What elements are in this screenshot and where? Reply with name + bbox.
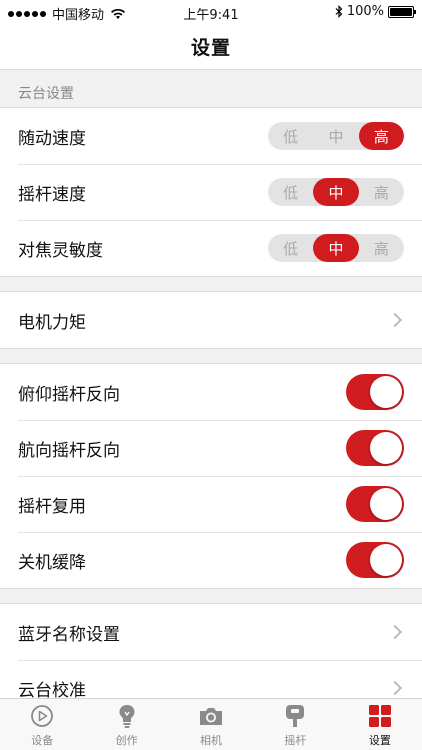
section-gap (0, 349, 422, 363)
settings-list[interactable]: 云台设置 随动速度 低 中 高 摇杆速度 低 中 高 对焦灵敏度 低 中 高 电… (0, 71, 422, 698)
section-gap (0, 277, 422, 291)
joystick-icon (282, 703, 308, 729)
pitch-reverse-row: 俯仰摇杆反向 (0, 364, 422, 420)
gimbal-settings-group: 随动速度 低 中 高 摇杆速度 低 中 高 对焦灵敏度 低 中 高 (0, 107, 422, 277)
pitch-reverse-label: 俯仰摇杆反向 (18, 384, 120, 405)
motor-torque-label: 电机力矩 (18, 312, 86, 333)
more-group: 蓝牙名称设置 云台校准 (0, 603, 422, 698)
toggle-knob (370, 432, 402, 464)
chevron-right-icon (387, 680, 403, 696)
tab-camera[interactable]: 相机 (169, 699, 253, 750)
status-bar: 中国移动 上午9:41 100% (0, 0, 422, 24)
yaw-reverse-toggle[interactable] (346, 430, 404, 466)
navigation-bar: 设置 (0, 24, 422, 70)
focus-sensitivity-mid[interactable]: 中 (313, 234, 359, 262)
joystick-speed-segment[interactable]: 低 中 高 (268, 178, 404, 206)
tab-create-label: 创作 (115, 734, 138, 747)
joystick-speed-high[interactable]: 高 (359, 178, 404, 206)
gimbal-calibration-label: 云台校准 (18, 680, 86, 699)
motor-torque-row[interactable]: 电机力矩 (0, 292, 422, 348)
section-header-gimbal: 云台设置 (0, 71, 422, 107)
joystick-speed-mid[interactable]: 中 (313, 178, 359, 206)
toggle-knob (370, 544, 402, 576)
joystick-speed-low[interactable]: 低 (268, 178, 313, 206)
toggle-group: 俯仰摇杆反向 航向摇杆反向 摇杆复用 关机缓降 (0, 363, 422, 589)
focus-sensitivity-low[interactable]: 低 (268, 234, 313, 262)
battery-percent: 100% (346, 4, 384, 19)
toggle-knob (370, 488, 402, 520)
bluetooth-name-label: 蓝牙名称设置 (18, 624, 120, 645)
shutdown-descent-row: 关机缓降 (0, 532, 422, 588)
follow-speed-row: 随动速度 低 中 高 (0, 108, 422, 164)
play-circle-icon (29, 703, 55, 729)
joystick-reuse-row: 摇杆复用 (0, 476, 422, 532)
follow-speed-segment[interactable]: 低 中 高 (268, 122, 404, 150)
battery-icon (388, 5, 416, 18)
toggle-knob (370, 376, 402, 408)
lightbulb-icon (114, 703, 140, 729)
tab-create[interactable]: 创作 (84, 699, 168, 750)
chevron-right-icon (387, 624, 403, 640)
follow-speed-label: 随动速度 (18, 128, 86, 149)
shutdown-descent-toggle[interactable] (346, 542, 404, 578)
focus-sensitivity-row: 对焦灵敏度 低 中 高 (0, 220, 422, 276)
yaw-reverse-label: 航向摇杆反向 (18, 440, 120, 461)
follow-speed-low[interactable]: 低 (268, 122, 313, 150)
tab-joystick-label: 摇杆 (284, 734, 307, 747)
yaw-reverse-row: 航向摇杆反向 (0, 420, 422, 476)
joystick-speed-row: 摇杆速度 低 中 高 (0, 164, 422, 220)
joystick-reuse-toggle[interactable] (346, 486, 404, 522)
tab-settings-label: 设置 (368, 734, 391, 747)
section-gap (0, 589, 422, 603)
tab-camera-label: 相机 (200, 734, 223, 747)
focus-sensitivity-high[interactable]: 高 (359, 234, 404, 262)
follow-speed-high[interactable]: 高 (358, 122, 404, 150)
motor-group: 电机力矩 (0, 291, 422, 349)
joystick-speed-label: 摇杆速度 (18, 184, 86, 205)
tab-device[interactable]: 设备 (0, 699, 84, 750)
camera-icon (198, 703, 224, 729)
tab-bar: 设备 创作 相机 摇杆 设置 (0, 698, 422, 750)
shutdown-descent-label: 关机缓降 (18, 552, 86, 573)
bluetooth-icon (335, 5, 343, 18)
tab-settings[interactable]: 设置 (338, 699, 422, 750)
page-title: 设置 (190, 37, 231, 59)
chevron-right-icon (387, 312, 403, 328)
focus-sensitivity-segment[interactable]: 低 中 高 (268, 234, 404, 262)
follow-speed-mid[interactable]: 中 (313, 122, 358, 150)
focus-sensitivity-label: 对焦灵敏度 (18, 240, 103, 261)
grid-icon (367, 703, 393, 729)
joystick-reuse-label: 摇杆复用 (18, 496, 86, 517)
bluetooth-name-row[interactable]: 蓝牙名称设置 (0, 604, 422, 660)
status-right: 100% (335, 4, 416, 19)
tab-device-label: 设备 (31, 734, 54, 747)
pitch-reverse-toggle[interactable] (346, 374, 404, 410)
tab-joystick[interactable]: 摇杆 (253, 699, 337, 750)
gimbal-calibration-row[interactable]: 云台校准 (0, 660, 422, 698)
